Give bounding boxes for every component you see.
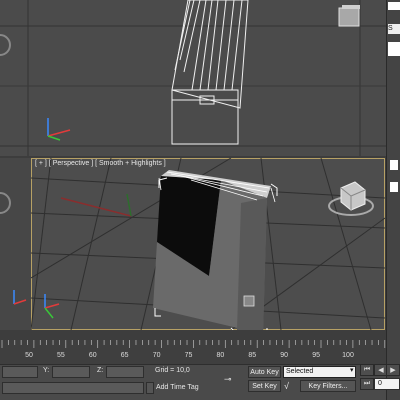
viewcube-perspective xyxy=(328,181,374,216)
ruler-label: 95 xyxy=(312,352,320,359)
command-panel[interactable]: S xyxy=(386,0,400,400)
panel-button-2[interactable] xyxy=(390,160,398,170)
ruler-label: 70 xyxy=(152,352,161,359)
axis-gizmo-perspective xyxy=(44,294,60,319)
top-viewport-scene xyxy=(0,0,386,156)
panel-field-top[interactable] xyxy=(388,2,400,10)
z-label: Z: xyxy=(97,367,104,374)
panel-button-3[interactable] xyxy=(390,182,398,192)
wireframe-object-top xyxy=(171,0,249,145)
panel-field-s[interactable]: S xyxy=(388,24,400,34)
ruler-label: 80 xyxy=(216,352,225,359)
chevron-down-icon[interactable]: ▾ xyxy=(350,366,354,374)
ruler-label: 100 xyxy=(342,352,354,359)
y-coord-field[interactable] xyxy=(52,366,90,378)
current-frame-field[interactable]: 0 xyxy=(374,378,400,390)
perspective-scene xyxy=(31,158,385,330)
play-icon[interactable]: ▶ xyxy=(386,364,400,376)
key-filters-button[interactable]: Key Filters... xyxy=(300,380,356,392)
ruler-label: 75 xyxy=(184,352,193,359)
ruler-label: 85 xyxy=(248,352,257,359)
axis-gizmo-left xyxy=(13,290,27,305)
time-ruler xyxy=(1,340,386,348)
add-time-tag-button[interactable]: Add Time Tag xyxy=(156,384,199,391)
key-filter-selection-dropdown[interactable]: Selected xyxy=(283,366,356,378)
ruler-label: 55 xyxy=(56,352,65,359)
panel-button[interactable] xyxy=(388,42,400,56)
viewcube-top xyxy=(338,5,360,27)
viewport-perspective[interactable]: [ + ] [ Perspective ] [ Smooth + Highlig… xyxy=(31,158,385,330)
viewport-label[interactable]: [ + ] [ Perspective ] [ Smooth + Highlig… xyxy=(35,160,166,167)
key-mode-toggle-icon[interactable]: ⏭ xyxy=(360,378,374,390)
tangent-icon[interactable]: √ xyxy=(284,381,289,391)
z-coord-field[interactable] xyxy=(106,366,144,378)
viewport-top[interactable] xyxy=(0,0,386,156)
time-tag-lock-icon[interactable] xyxy=(146,382,154,394)
set-key-button[interactable]: Set Key xyxy=(248,380,281,392)
key-mode-icon[interactable]: ⊸ xyxy=(224,374,232,385)
go-to-start-icon[interactable]: ⏮ xyxy=(360,364,374,376)
x-coord-field[interactable] xyxy=(2,366,38,378)
left-viewport-strip xyxy=(0,158,31,330)
prompt-line[interactable] xyxy=(2,382,144,394)
ruler-label: 60 xyxy=(88,352,97,359)
axis-gizmo-top xyxy=(47,118,71,141)
auto-key-button[interactable]: Auto Key xyxy=(248,366,281,378)
y-label: Y: xyxy=(43,367,50,374)
grid-readout: Grid = 10,0 xyxy=(155,367,190,374)
ruler-label: 65 xyxy=(120,352,129,359)
ruler-label: 50 xyxy=(25,352,33,359)
ruler-label: 90 xyxy=(280,352,289,359)
box-object xyxy=(153,170,278,330)
